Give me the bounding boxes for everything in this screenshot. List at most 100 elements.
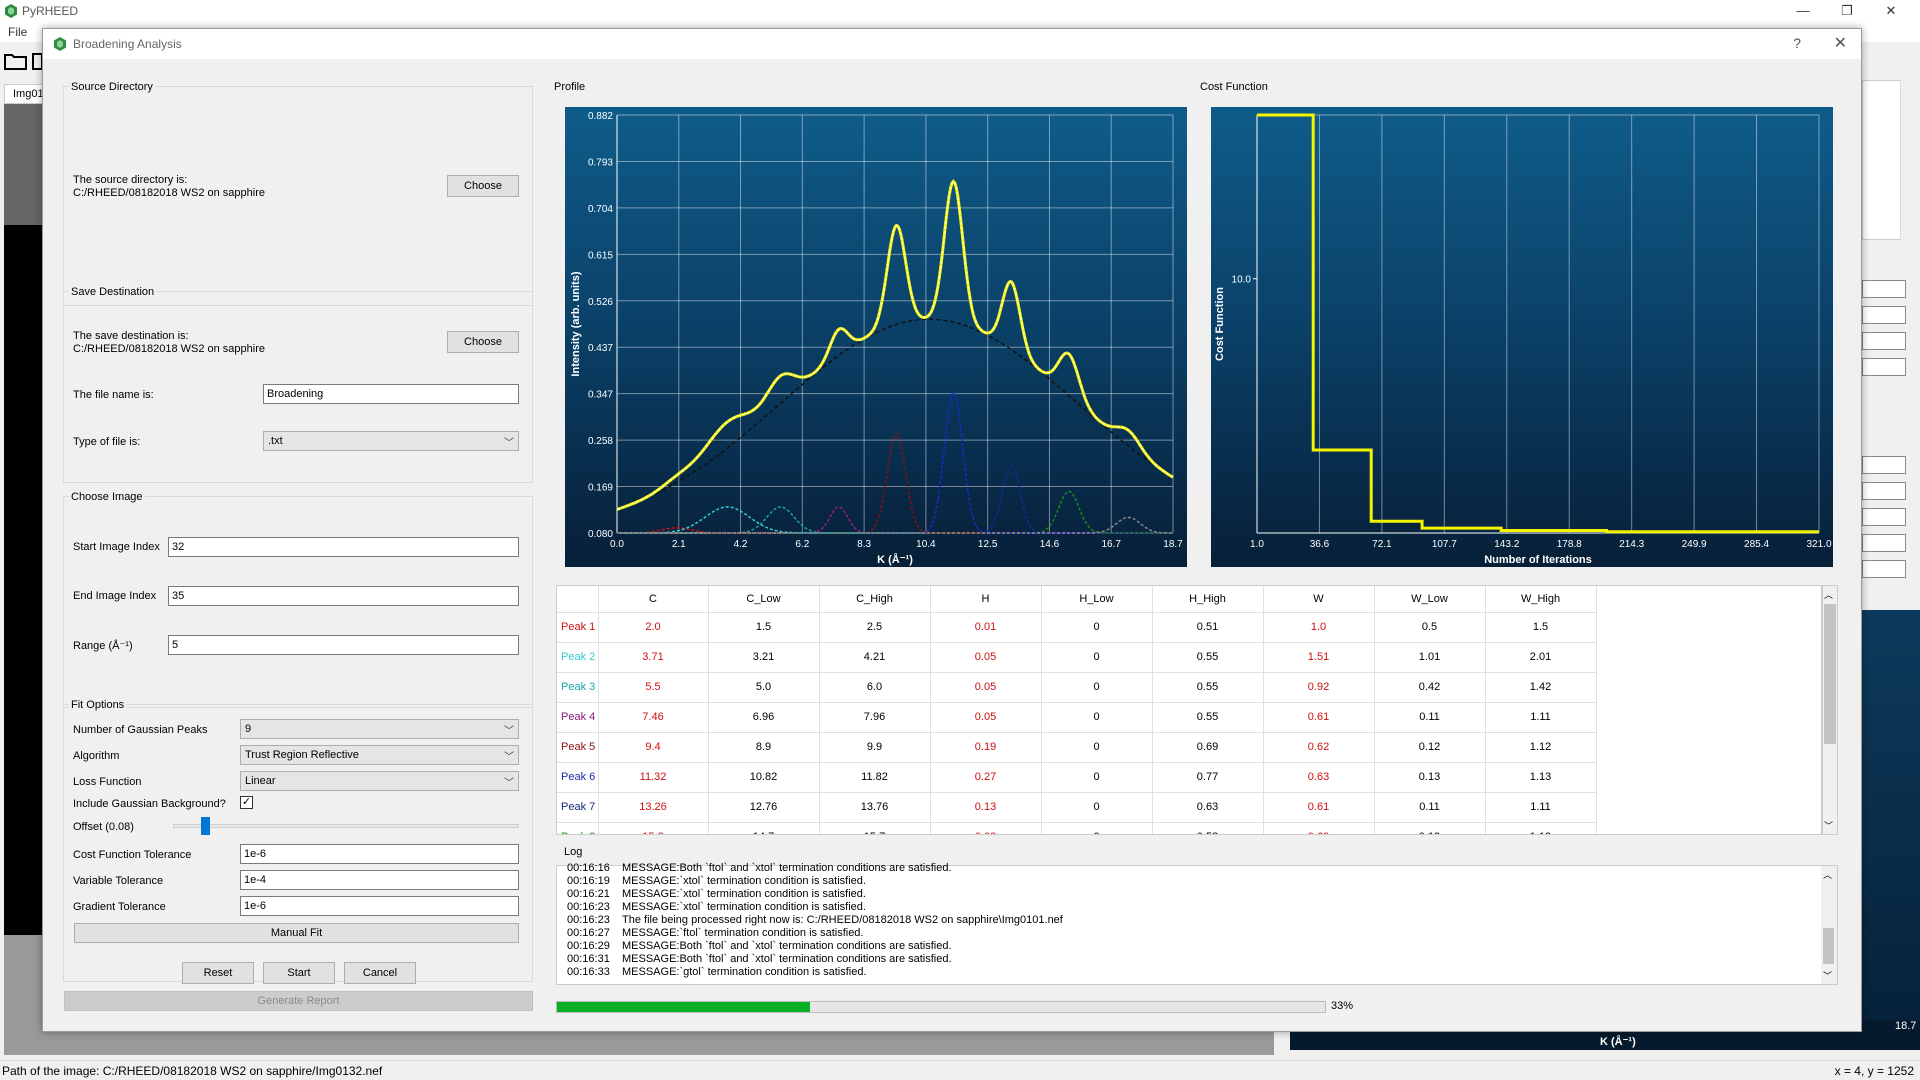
table-cell[interactable]: 0 (1041, 702, 1153, 733)
table-cell[interactable]: 1.5 (1485, 612, 1597, 643)
table-cell[interactable]: 5.5 (598, 672, 709, 703)
table-cell[interactable]: 0.58 (1152, 822, 1264, 834)
log-panel[interactable]: 00:16:16 MESSAGE:Both `ftol` and `xtol` t… (556, 862, 1838, 985)
table-scroll-thumb[interactable] (1824, 604, 1836, 744)
table-cell[interactable]: 0.92 (1263, 672, 1375, 703)
scroll-up-icon[interactable]: ︿ (1823, 868, 1832, 881)
table-cell[interactable]: 1.11 (1485, 702, 1597, 733)
filetype-select[interactable]: .txt ﹀ (263, 431, 519, 451)
table-row[interactable]: Peak 6 11.32 10.82 11.82 0.27 0 0.77 0.63 0.13 1.… (557, 762, 1597, 793)
table-cell[interactable]: 8.9 (708, 732, 820, 763)
table-cell[interactable]: 0.05 (930, 702, 1042, 733)
right-field[interactable] (1862, 358, 1906, 376)
column-header[interactable]: W (1263, 586, 1375, 613)
right-field[interactable] (1862, 482, 1906, 500)
table-cell[interactable]: 14.7 (708, 822, 820, 834)
help-icon[interactable]: ? (1793, 35, 1801, 51)
table-cell[interactable]: 0 (1041, 612, 1153, 643)
table-cell[interactable]: 0.62 (1263, 732, 1375, 763)
table-row[interactable]: Peak 4 7.46 6.96 7.96 0.05 0 0.55 0.61 0.11 1.11 (557, 702, 1597, 733)
save-icon[interactable] (32, 50, 42, 70)
table-cell[interactable]: 3.71 (598, 642, 709, 673)
right-field[interactable] (1862, 332, 1906, 350)
column-header[interactable]: W_Low (1374, 586, 1486, 613)
right-list[interactable] (1862, 80, 1905, 240)
filename-input[interactable] (263, 384, 519, 404)
table-cell[interactable]: 0 (1041, 822, 1153, 834)
right-list-scrollbar[interactable] (1900, 80, 1918, 240)
right-field[interactable] (1862, 280, 1906, 298)
table-cell[interactable]: 0.05 (930, 672, 1042, 703)
table-cell[interactable]: 0.55 (1152, 672, 1264, 703)
profile-chart[interactable]: 0.0 2.1 4.2 6.2 8.3 10.4 12.5 14.6 16.7 18.7 0.080… (565, 107, 1187, 567)
row-header[interactable]: Peak 5 (557, 732, 599, 763)
table-cell[interactable]: 0 (1041, 642, 1153, 673)
table-row[interactable]: Peak 3 5.5 5.0 6.0 0.05 0 0.55 0.92 0.42 1.42 (557, 672, 1597, 703)
table-cell[interactable]: 0 (1041, 792, 1153, 823)
table-cell[interactable]: 5.0 (708, 672, 820, 703)
right-field[interactable] (1862, 306, 1906, 324)
right-field[interactable] (1862, 534, 1906, 552)
table-cell[interactable]: 11.82 (819, 762, 931, 793)
rheed-canvas[interactable] (4, 225, 44, 935)
manual-fit-button[interactable]: Manual Fit (74, 923, 519, 943)
table-cell[interactable]: 0.51 (1152, 612, 1264, 643)
right-field[interactable] (1862, 560, 1906, 578)
table-cell[interactable]: 0.01 (930, 612, 1042, 643)
table-row[interactable]: Peak 5 9.4 8.9 9.9 0.19 0 0.69 0.62 0.12 1.12 (557, 732, 1597, 763)
table-cell[interactable]: 0.05 (930, 642, 1042, 673)
table-cell[interactable]: 0.63 (1152, 792, 1264, 823)
table-cell[interactable]: 0.19 (1374, 822, 1486, 834)
num-peaks-select[interactable]: 9 ﹀ (240, 719, 519, 739)
log-scroll-thumb[interactable] (1823, 928, 1834, 964)
loss-select[interactable]: Linear ﹀ (240, 771, 519, 791)
table-cell[interactable]: 2.0 (598, 612, 709, 643)
scroll-down-icon[interactable]: ﹀ (1824, 819, 1833, 832)
column-header[interactable]: W_High (1485, 586, 1597, 613)
save-choose-button[interactable]: Choose (447, 331, 519, 353)
cost-tol-input[interactable] (240, 844, 519, 864)
row-header[interactable]: Peak 1 (557, 612, 599, 643)
table-cell[interactable]: 2.01 (1485, 642, 1597, 673)
row-header[interactable]: Peak 6 (557, 762, 599, 793)
table-cell[interactable]: 0.11 (1374, 702, 1486, 733)
table-cell[interactable]: 1.0 (1263, 612, 1375, 643)
table-cell[interactable]: 1.13 (1485, 762, 1597, 793)
table-cell[interactable]: 13.76 (819, 792, 931, 823)
right-field[interactable] (1862, 456, 1906, 474)
table-cell[interactable]: 11.32 (598, 762, 709, 793)
table-cell[interactable]: 0.12 (1374, 732, 1486, 763)
table-cell[interactable]: 1.11 (1485, 792, 1597, 823)
table-cell[interactable]: 13.26 (598, 792, 709, 823)
var-tol-input[interactable] (240, 870, 519, 890)
column-header[interactable]: C_High (819, 586, 931, 613)
table-cell[interactable]: 7.96 (819, 702, 931, 733)
column-header[interactable]: C_Low (708, 586, 820, 613)
table-cell[interactable]: 1.51 (1263, 642, 1375, 673)
dialog-close-icon[interactable]: ✕ (1834, 33, 1847, 53)
menu-file[interactable]: File (8, 25, 27, 39)
end-index-input[interactable] (168, 586, 519, 606)
table-row[interactable]: Peak 1 2.0 1.5 2.5 0.01 0 0.51 1.0 0.5 1.5 (557, 612, 1597, 643)
table-cell[interactable]: 3.21 (708, 642, 820, 673)
row-header[interactable]: Peak 7 (557, 792, 599, 823)
table-cell[interactable]: 0.13 (930, 792, 1042, 823)
table-cell[interactable]: 1.12 (1485, 732, 1597, 763)
table-cell[interactable]: 1.5 (708, 612, 820, 643)
column-header[interactable]: H_High (1152, 586, 1264, 613)
column-header[interactable]: C (598, 586, 709, 613)
grad-tol-input[interactable] (240, 896, 519, 916)
table-cell[interactable]: 0.61 (1263, 702, 1375, 733)
cost-chart[interactable]: 1.0 36.6 72.1 107.7 143.2 178.8 214.3 249.9 285.… (1211, 107, 1833, 567)
table-row[interactable]: Peak 2 3.71 3.21 4.21 0.05 0 0.55 1.51 1.01 2.01 (557, 642, 1597, 673)
start-index-input[interactable] (168, 537, 519, 557)
table-cell[interactable]: 15.2 (598, 822, 709, 834)
background-checkbox[interactable]: ✓ (240, 796, 253, 809)
offset-slider-track[interactable] (173, 824, 519, 828)
log-scrollbar[interactable]: ︿ ﹀ (1821, 866, 1837, 984)
table-cell[interactable]: 0.61 (1263, 792, 1375, 823)
table-cell[interactable]: 0.42 (1374, 672, 1486, 703)
reset-button[interactable]: Reset (182, 962, 254, 984)
table-cell[interactable]: 9.4 (598, 732, 709, 763)
column-header[interactable]: H_Low (1041, 586, 1153, 613)
